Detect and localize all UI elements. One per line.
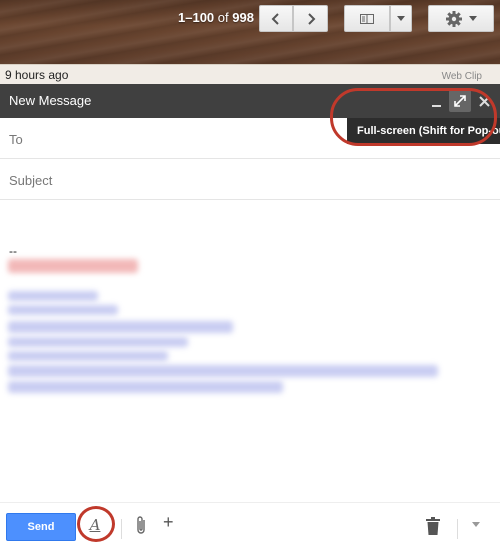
pager-of: of — [217, 10, 229, 25]
caret-down-icon — [397, 16, 405, 21]
compose-footer: Send A + — [0, 502, 500, 543]
redacted-signature-line — [8, 305, 118, 315]
pager-total: 998 — [232, 10, 254, 25]
redacted-signature-line — [8, 321, 233, 333]
redacted-signature-line — [8, 381, 283, 393]
message-body[interactable]: -- — [0, 201, 500, 501]
compose-window: New Message Full-screen (Shift for Pop-o… — [0, 84, 500, 542]
received-time: 9 hours ago — [5, 68, 69, 82]
chevron-left-icon — [271, 12, 279, 25]
chevron-right-icon — [307, 12, 315, 25]
caret-down-icon — [469, 16, 477, 21]
gear-icon — [446, 10, 462, 27]
paperclip-icon[interactable] — [135, 515, 149, 535]
subject-field[interactable]: Subject — [0, 160, 500, 200]
compose-title: New Message — [9, 93, 92, 108]
insert-more-icon[interactable]: + — [163, 512, 174, 533]
more-options-icon[interactable] — [472, 522, 480, 527]
pager-text: 1–100 of 998 — [178, 10, 254, 25]
pager-range: 1–100 — [178, 10, 215, 25]
to-label: To — [9, 132, 23, 147]
toolbar-divider — [457, 519, 458, 539]
redacted-signature-line — [8, 337, 188, 347]
gmail-toolbar: 1–100 of 998 — [0, 0, 500, 64]
send-button[interactable]: Send — [6, 513, 76, 541]
subject-placeholder: Subject — [9, 173, 53, 188]
highlight-circle-fullscreen — [330, 88, 497, 146]
settings-button[interactable] — [428, 5, 494, 32]
redacted-signature-line — [8, 365, 438, 377]
split-pane-button[interactable] — [344, 5, 390, 32]
redacted-signature-name — [8, 259, 138, 273]
signature-separator: -- — [9, 244, 17, 258]
newer-button[interactable] — [293, 5, 328, 32]
split-pane-icon — [360, 13, 374, 24]
highlight-circle-formatting — [77, 506, 115, 542]
redacted-signature-line — [8, 291, 98, 301]
web-clip-label[interactable]: Web Clip — [442, 71, 482, 82]
trash-icon[interactable] — [426, 517, 440, 535]
redacted-signature-line — [8, 351, 168, 361]
split-pane-dropdown[interactable] — [390, 5, 412, 32]
toolbar-divider — [121, 519, 122, 539]
mail-list-strip: 9 hours ago Web Clip — [0, 64, 500, 85]
older-button[interactable] — [259, 5, 293, 32]
